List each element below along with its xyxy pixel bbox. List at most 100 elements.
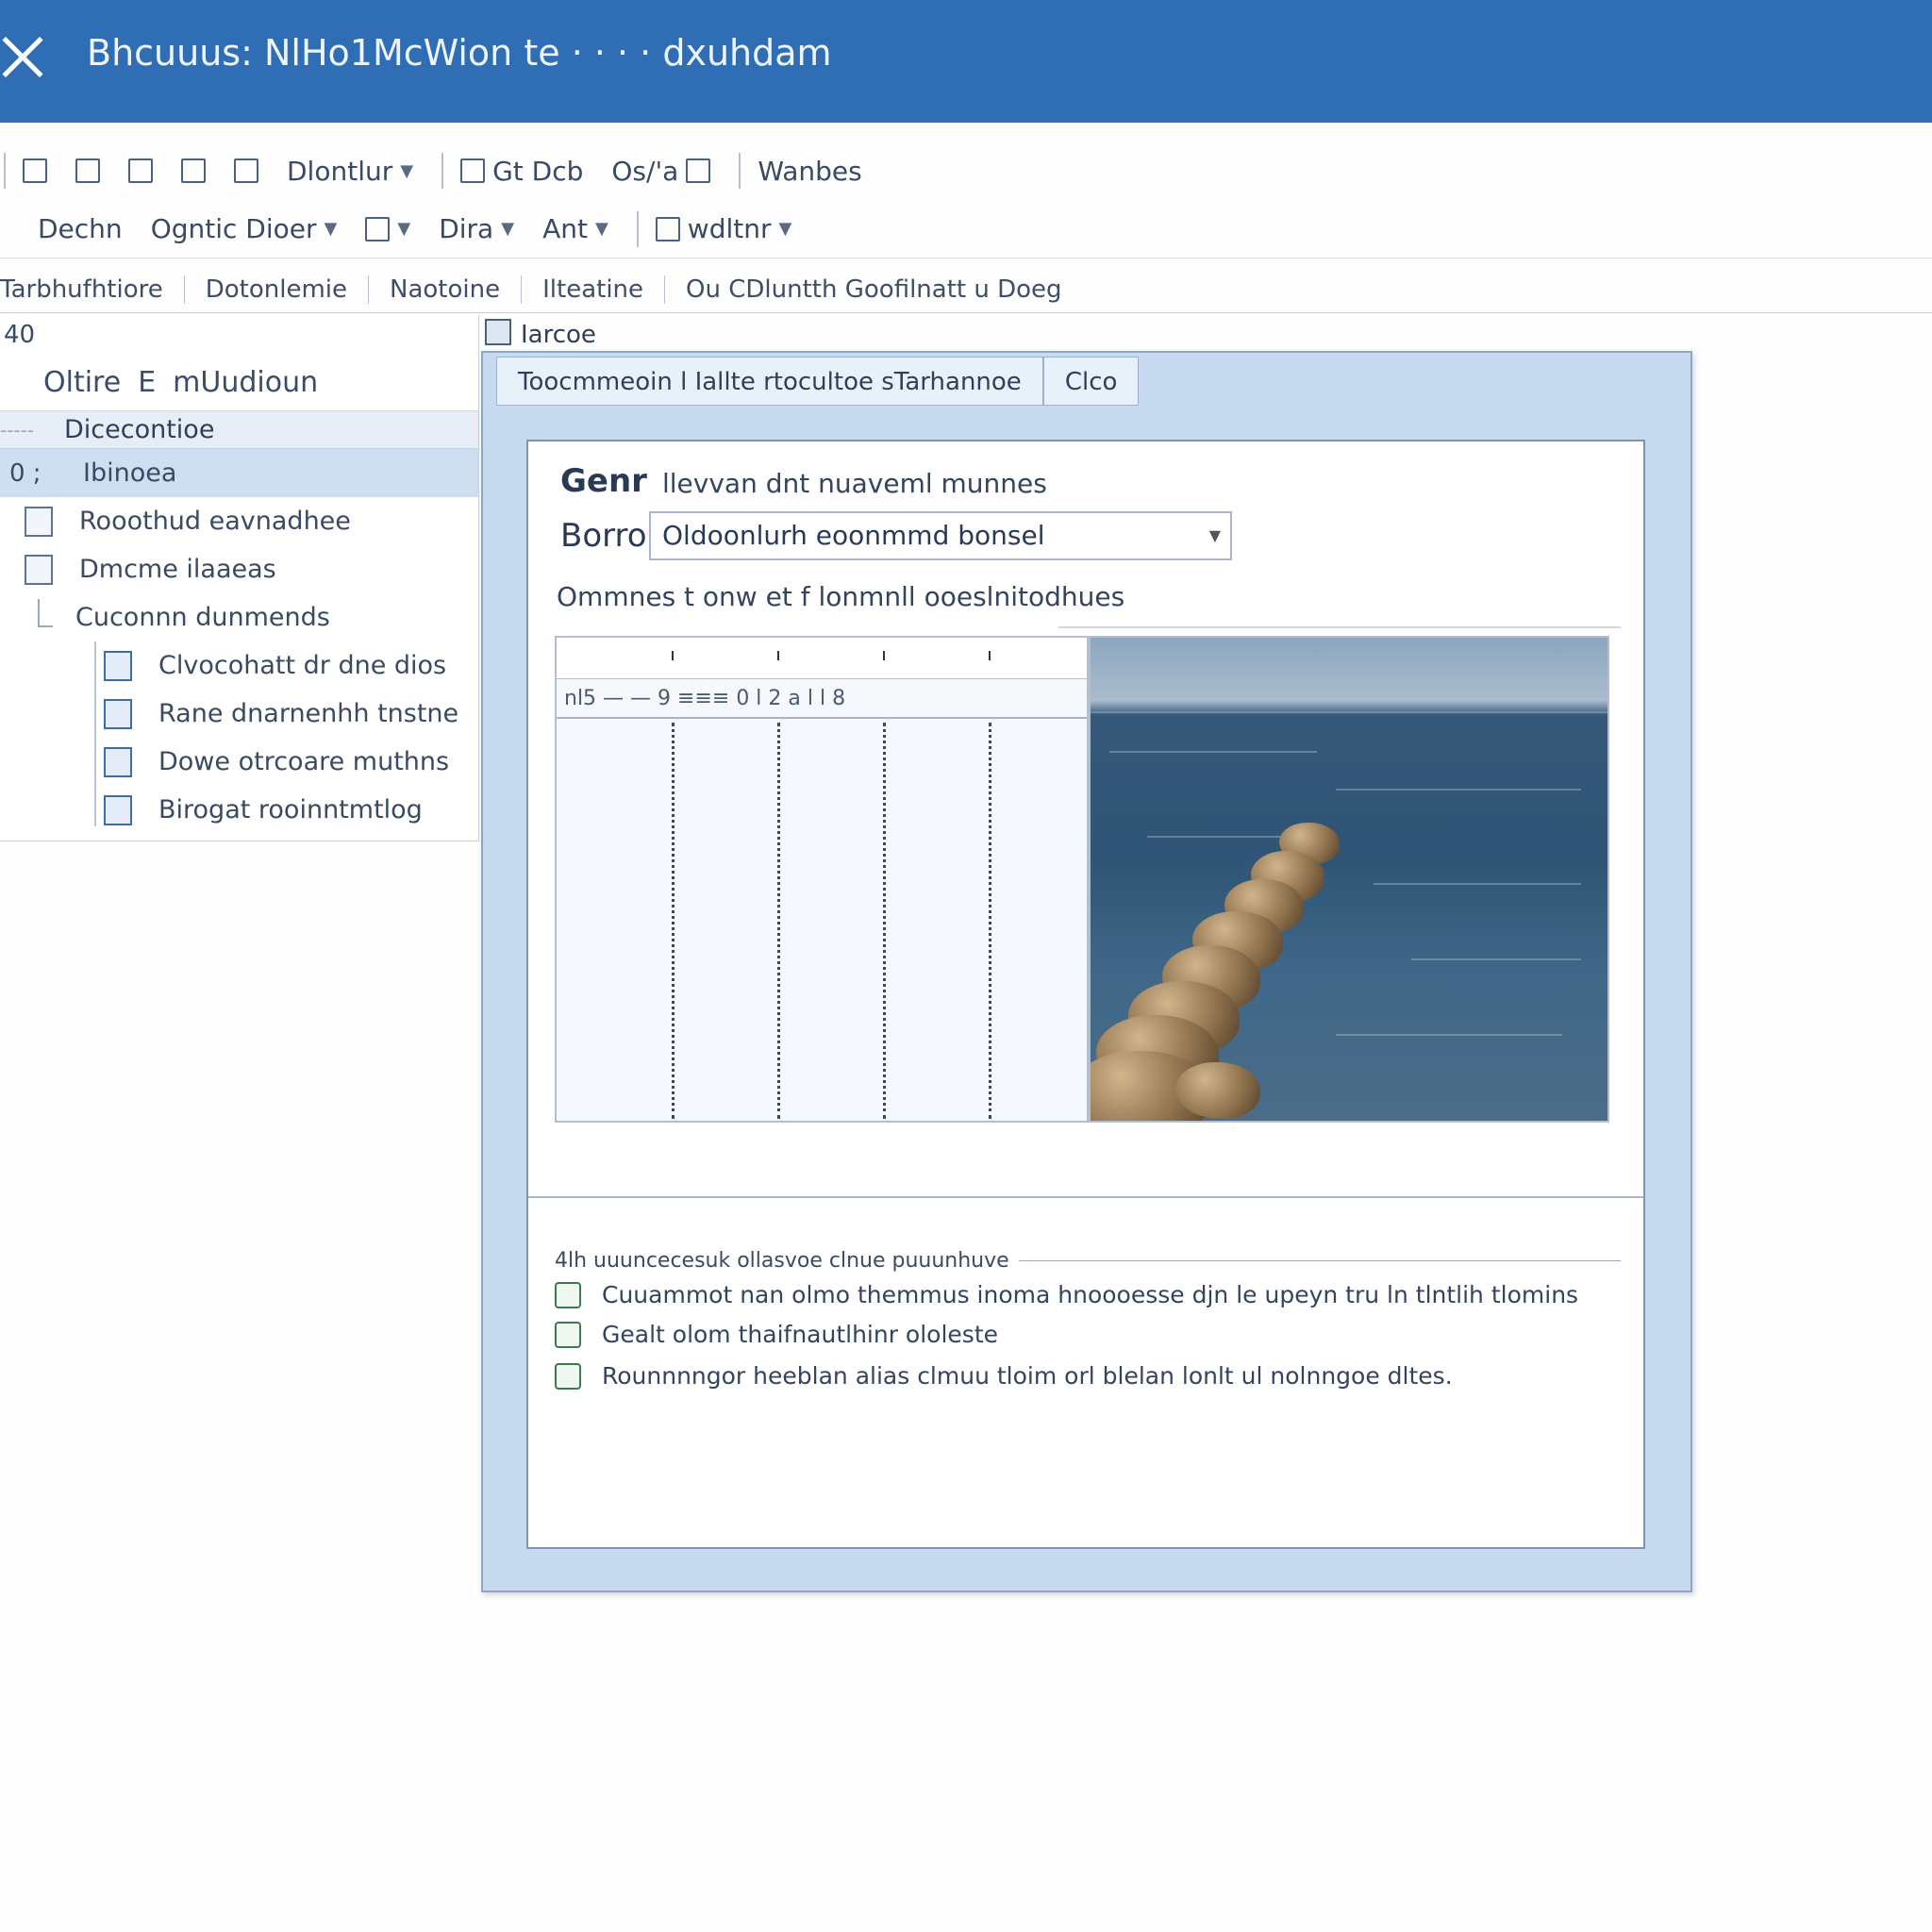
tab-3[interactable]: Naotoine <box>369 275 523 304</box>
tab-5[interactable]: Ou CDluntth Goofilnatt u Doeg <box>665 275 1083 304</box>
form-label: Borro <box>560 517 647 555</box>
info-item-text: Gealt olom thaifnautlhinr ololeste <box>602 1321 999 1348</box>
wave-mark <box>1109 751 1317 753</box>
content-divider <box>528 1196 1643 1198</box>
sidebar-group-label: Cuconnn dunmends <box>75 603 330 632</box>
section-divider <box>1058 626 1621 628</box>
sidebar: 40 Oltire E mUudioun Dicecontioe 0 ; Ibi… <box>0 315 479 841</box>
grid-tick <box>672 651 674 660</box>
wave-mark <box>1336 789 1581 791</box>
sidebar-item[interactable]: Dmcme ilaaeas <box>0 545 478 593</box>
wave-mark <box>1411 958 1581 960</box>
sidebar-tool-3[interactable]: mUudioun <box>173 366 318 399</box>
wave-mark <box>1336 1034 1562 1036</box>
general-description: llevvan dnt nuaveml munnes <box>662 468 1047 499</box>
panel-header-label: Iarcoe <box>521 321 596 349</box>
resize-icon <box>365 216 391 242</box>
grid-column-guide <box>777 723 780 1119</box>
sidebar-section-header: Dicecontioe <box>0 411 478 449</box>
sidebar-item[interactable]: Rooothud eavnadhee <box>0 497 478 545</box>
close-icon[interactable] <box>0 26 42 87</box>
info-item-text: Rounnnngor heeblan alias clmuu tloim orl… <box>602 1362 1453 1390</box>
sidebar-tool-1[interactable]: Oltire <box>43 366 121 399</box>
info-item: Rounnnngor heeblan alias clmuu tloim orl… <box>555 1362 1453 1390</box>
tab-2[interactable]: Dotonlemie <box>185 275 370 304</box>
sidebar-child-label: Rane dnarnenhh tnstne <box>158 699 459 728</box>
grid-column-guide <box>672 723 675 1119</box>
frame-button[interactable] <box>128 158 153 183</box>
info-item: Cuuammot nan olmo themmus inoma hnoooess… <box>555 1281 1578 1308</box>
undo-button[interactable] <box>23 158 47 183</box>
sidebar-item-label: Rooothud eavnadhee <box>79 507 351 536</box>
page-icon <box>460 158 486 183</box>
grid-ruler-row: nl5 — — 9 ≡≡≡ 0 l 2 a l l 8 <box>557 679 1087 719</box>
sidebar-child-item[interactable]: Birogat rooinntmtlog <box>0 786 478 834</box>
doc-blue-icon <box>104 698 132 729</box>
tree-line-icon <box>38 599 53 627</box>
sidebar-toolbar: Oltire E mUudioun <box>0 355 478 411</box>
ribbon2-button-1[interactable]: Dechn <box>38 213 123 244</box>
ribbon-dropdown-1[interactable]: Dlontlur ▼ <box>287 156 413 187</box>
sidebar-child-item[interactable]: Dowe otrcoare muthns <box>0 738 478 786</box>
general-label: Genr <box>560 462 647 500</box>
section-label: Ommnes t onw et f lonmnll ooeslnitodhues <box>557 581 1125 612</box>
book-icon <box>104 794 132 825</box>
table-icon <box>234 158 258 183</box>
grid-tick <box>883 651 885 660</box>
tab-1[interactable]: Tarbhufhtiore <box>0 275 185 304</box>
panel-icon[interactable] <box>485 319 511 345</box>
ribbon-separator <box>636 210 639 247</box>
grid-tick <box>777 651 779 660</box>
sidebar-tool-2[interactable]: E <box>138 366 156 399</box>
dialog-tab-main[interactable]: Toocmmeoin l Iallte rtocultoe sTarhannoe <box>496 357 1043 406</box>
info-heading-rule <box>1019 1260 1621 1261</box>
layout-icon <box>104 746 132 777</box>
sidebar-child-label: Clvocohatt dr dne dios <box>158 651 447 680</box>
ribbon2-button-4[interactable]: Dira ▼ <box>439 213 514 244</box>
ribbon2-button-6[interactable]: wdltnr ▼ <box>655 213 791 244</box>
sidebar-item-selected[interactable]: 0 ; Ibinoea <box>0 449 478 497</box>
tab-bar: Tarbhufhtiore Dotonlemie Naotoine Ilteat… <box>0 266 1932 313</box>
ribbon-separator <box>739 153 741 189</box>
format-select[interactable]: Oldoonlurh eoonmmd bonsel ▼ <box>649 511 1232 560</box>
doc-edit-icon <box>25 506 53 537</box>
tree-rail <box>94 641 96 826</box>
dialog-content: Genr llevvan dnt nuaveml munnes Borro Ol… <box>526 440 1645 1549</box>
bold-button[interactable] <box>181 158 206 183</box>
undo-icon <box>23 158 47 183</box>
ribbon-separator <box>441 153 444 189</box>
sidebar-item-label: Dmcme ilaaeas <box>79 555 276 584</box>
info-item: Gealt olom thaifnautlhinr ololeste <box>555 1321 998 1348</box>
sidebar-child-item[interactable]: Clvocohatt dr dne dios <box>0 641 478 690</box>
gear-icon <box>555 1281 581 1308</box>
grid-header <box>557 638 1087 679</box>
bold-icon <box>181 158 206 183</box>
layout-grid[interactable]: nl5 — — 9 ≡≡≡ 0 l 2 a l l 8 <box>555 636 1089 1123</box>
sidebar-item-number: 0 ; <box>9 458 42 488</box>
ribbon2-button-5[interactable]: Ant ▼ <box>542 213 608 244</box>
ribbon-separator <box>4 153 6 189</box>
info-heading: 4lh uuuncecesuk ollasvoe clnue puuunhuve <box>555 1249 1009 1273</box>
ribbon2-button-3[interactable]: ▼ <box>365 216 411 242</box>
table-icon <box>555 1321 581 1348</box>
window-title: Bhcuuus: NlHo1McWion te · · · · dxuhdam <box>87 32 832 74</box>
chevron-down-icon: ▼ <box>400 160 414 181</box>
grid-tick <box>989 651 991 660</box>
ribbon2-button-2[interactable]: Ogntic Dioer ▼ <box>151 213 338 244</box>
sidebar-top-label: 40 <box>4 321 36 349</box>
ribbon-button-2[interactable]: Gt Dcb <box>460 156 583 187</box>
ribbon-button-3[interactable]: Os/'a <box>611 156 711 187</box>
chevron-down-icon: ▼ <box>501 219 515 239</box>
ribbon-button-4[interactable]: Wanbes <box>758 156 861 187</box>
sidebar-group[interactable]: Cuconnn dunmends <box>0 593 478 641</box>
sidebar-child-item[interactable]: Rane dnarnenhh tnstne <box>0 690 478 738</box>
chart-icon <box>655 216 680 242</box>
table-button[interactable] <box>234 158 258 183</box>
redo-button[interactable] <box>75 158 100 183</box>
horizon-line <box>1091 711 1607 713</box>
dialog-tab-secondary[interactable]: Clco <box>1042 357 1140 406</box>
tab-4[interactable]: Ilteatine <box>522 275 666 304</box>
doc-grid-icon <box>25 554 53 585</box>
chevron-down-icon: ▼ <box>397 219 411 239</box>
preview-image <box>1089 636 1609 1123</box>
